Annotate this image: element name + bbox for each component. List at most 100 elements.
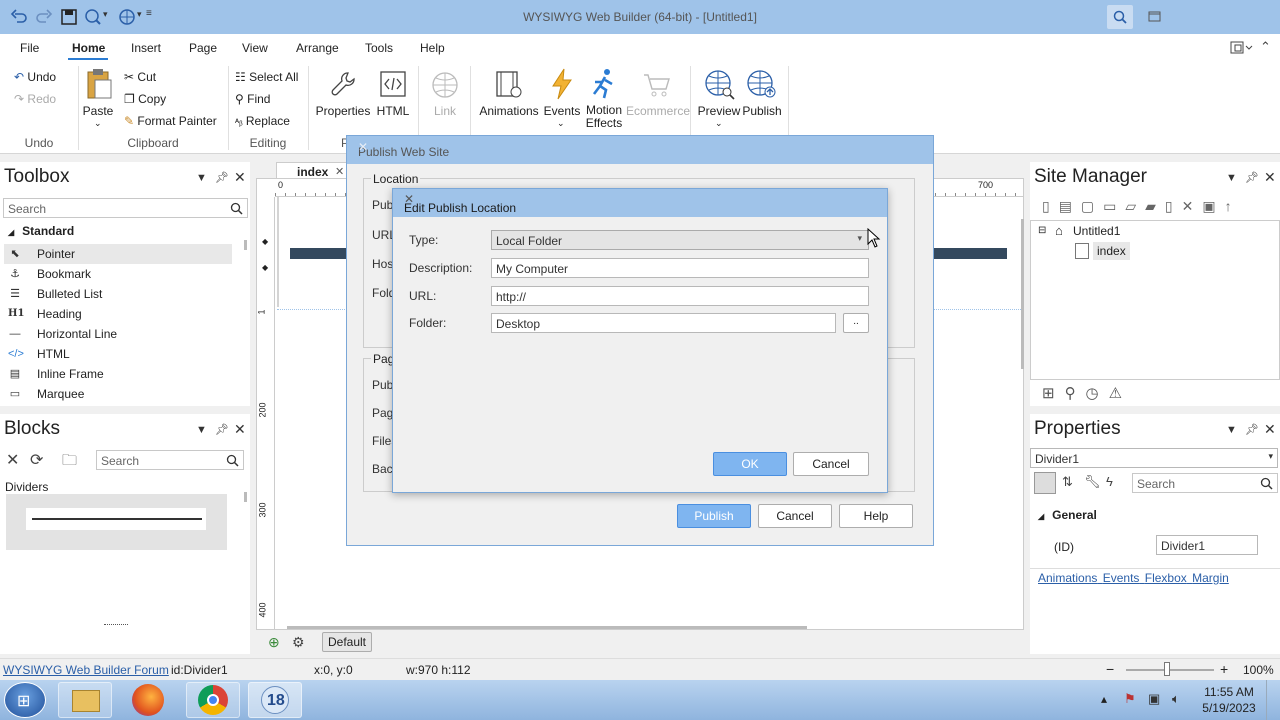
menu-help[interactable]: Help bbox=[420, 41, 445, 55]
animations-button[interactable]: Animations bbox=[478, 104, 540, 118]
url-input[interactable]: http:// bbox=[491, 286, 869, 306]
tool-marquee[interactable]: ▭ Marquee bbox=[4, 384, 232, 404]
site-manager-bottom-toolbar[interactable]: ⊞⚲◷⚠ bbox=[1042, 384, 1132, 402]
format-painter-button[interactable]: ✎ Format Painter bbox=[124, 114, 217, 128]
browse-button[interactable]: .. bbox=[843, 313, 869, 333]
lightning-icon[interactable] bbox=[550, 68, 574, 100]
tool-horizontal-line[interactable]: — Horizontal Line bbox=[4, 324, 232, 344]
zoom-slider-thumb[interactable] bbox=[1164, 662, 1170, 676]
divider-block-thumbnail[interactable] bbox=[6, 494, 227, 550]
film-icon[interactable] bbox=[494, 70, 524, 100]
site-manager-toolbar[interactable]: ▯▤▢▭▱▰▯✕▣↑ bbox=[1042, 198, 1280, 216]
code-icon[interactable] bbox=[379, 70, 407, 98]
marker-icon[interactable]: ◆ bbox=[262, 237, 268, 246]
start-button[interactable]: ⊞ bbox=[4, 682, 46, 718]
clock[interactable]: 11:55 AM 5/19/2023 bbox=[1198, 684, 1260, 716]
wrench-icon[interactable] bbox=[330, 70, 356, 98]
close-icon[interactable]: ✕ bbox=[234, 169, 246, 186]
firefox-icon[interactable] bbox=[132, 684, 164, 716]
publish-button[interactable]: Publish bbox=[677, 504, 751, 528]
close-icon[interactable]: ✕ bbox=[1264, 169, 1276, 186]
publish-globe-icon[interactable] bbox=[745, 68, 777, 100]
blocks-scrollbar[interactable] bbox=[244, 492, 247, 502]
menu-tools[interactable]: Tools bbox=[365, 41, 393, 55]
type-select[interactable]: Local Folder ▾ bbox=[491, 230, 869, 250]
html-button[interactable]: HTML bbox=[376, 104, 410, 118]
chevron-down-icon[interactable]: ⌄ bbox=[557, 118, 565, 129]
canvas-vertical-scrollbar[interactable] bbox=[1021, 219, 1024, 369]
close-icon[interactable]: ✕ bbox=[358, 140, 925, 154]
tray-expand-icon[interactable]: ▴ bbox=[1101, 692, 1107, 706]
ok-button[interactable]: OK bbox=[713, 452, 787, 476]
search-button[interactable] bbox=[1107, 5, 1133, 29]
tree-page-index[interactable]: index bbox=[1093, 242, 1130, 260]
redo-button[interactable]: ↷ Redo bbox=[14, 92, 56, 106]
pin-icon[interactable]: 📌︎ bbox=[215, 423, 229, 436]
block-item[interactable] bbox=[104, 624, 128, 625]
find-button[interactable]: ⚲ Find bbox=[235, 92, 270, 106]
canvas-horizontal-scrollbar[interactable] bbox=[287, 626, 807, 629]
motion-effects-button[interactable]: Motion Effects bbox=[582, 104, 626, 130]
categorized-view-button[interactable] bbox=[1034, 472, 1056, 494]
menu-insert[interactable]: Insert bbox=[131, 41, 161, 55]
refresh-icon[interactable]: ⟳ bbox=[30, 450, 43, 470]
pin-icon[interactable]: 📌︎ bbox=[1245, 423, 1259, 436]
zoom-slider[interactable] bbox=[1126, 669, 1214, 671]
tool-html[interactable]: </> HTML bbox=[4, 344, 232, 364]
collapse-icon[interactable]: ⊟ bbox=[1038, 225, 1046, 236]
flag-icon[interactable]: ⚑ bbox=[1124, 691, 1136, 707]
properties-button[interactable]: Properties bbox=[314, 104, 372, 118]
margin-link[interactable]: Margin bbox=[1192, 571, 1229, 585]
cart-icon[interactable] bbox=[642, 72, 672, 98]
layout-icon[interactable] bbox=[1230, 40, 1254, 56]
close-tab-icon[interactable]: ✕ bbox=[335, 165, 344, 178]
properties-search-input[interactable]: Search bbox=[1132, 473, 1278, 493]
page-settings-icon[interactable]: ⚙ bbox=[292, 634, 305, 651]
replace-button[interactable]: ᴬᵦ Replace bbox=[235, 114, 290, 128]
flexbox-link[interactable]: Flexbox bbox=[1145, 571, 1187, 585]
publish-ribbon-button[interactable]: Publish bbox=[740, 104, 784, 118]
undo-button[interactable]: ↶ Undo bbox=[14, 70, 56, 84]
events-button[interactable]: Events bbox=[543, 104, 581, 118]
folder-icon[interactable]: 🗀 bbox=[62, 450, 77, 475]
menu-page[interactable]: Page bbox=[189, 41, 217, 55]
menu-file[interactable]: File bbox=[20, 41, 39, 55]
tool-bulleted-list[interactable]: ☰ Bulleted List bbox=[4, 284, 232, 304]
network-icon[interactable]: ▣ bbox=[1148, 691, 1160, 707]
cut-button[interactable]: ✂ Cut bbox=[124, 70, 156, 84]
id-input[interactable]: Divider1 bbox=[1156, 535, 1258, 555]
cancel-button[interactable]: Cancel bbox=[758, 504, 832, 528]
lightning-icon[interactable]: ϟ bbox=[1106, 474, 1113, 489]
toolbox-category[interactable]: ◢ Standard bbox=[8, 224, 74, 238]
copy-button[interactable]: ❐ Copy bbox=[124, 92, 166, 106]
cancel-button[interactable]: Cancel bbox=[793, 452, 869, 476]
marker-icon[interactable]: ◆ bbox=[262, 263, 268, 272]
show-desktop-button[interactable] bbox=[1266, 680, 1280, 720]
panel-menu-icon[interactable]: ▼ bbox=[196, 424, 207, 436]
link-icon[interactable] bbox=[430, 70, 460, 100]
forum-link[interactable]: WYSIWYG Web Builder Forum bbox=[3, 663, 169, 677]
menu-view[interactable]: View bbox=[242, 41, 268, 55]
default-layout-button[interactable]: Default bbox=[322, 632, 372, 652]
animations-link[interactable]: Animations bbox=[1038, 571, 1097, 585]
tool-pointer[interactable]: ⬉ Pointer bbox=[4, 244, 232, 264]
object-selector[interactable]: Divider1 ▾ bbox=[1030, 448, 1278, 468]
properties-section[interactable]: ◢ General bbox=[1038, 508, 1097, 522]
chevron-down-icon[interactable]: ⌄ bbox=[715, 118, 723, 129]
toolbox-scrollbar[interactable] bbox=[244, 240, 247, 250]
tool-inline-frame[interactable]: ▤ Inline Frame bbox=[4, 364, 232, 384]
preview-button[interactable]: Preview bbox=[697, 104, 741, 118]
taskbar-chrome[interactable] bbox=[186, 682, 240, 718]
toolbox-search-input[interactable]: Search bbox=[3, 198, 248, 218]
running-man-icon[interactable] bbox=[590, 68, 618, 100]
paste-button[interactable]: Paste bbox=[80, 104, 116, 118]
restore-icon[interactable] bbox=[1147, 8, 1163, 24]
preview-globe-icon[interactable] bbox=[703, 68, 735, 100]
tree-root[interactable]: Untitled1 bbox=[1073, 224, 1120, 238]
add-page-icon[interactable]: ⊕ bbox=[268, 634, 280, 651]
menu-arrange[interactable]: Arrange bbox=[296, 41, 339, 55]
description-input[interactable]: My Computer bbox=[491, 258, 869, 278]
pin-icon[interactable]: 📌︎ bbox=[1245, 171, 1259, 184]
panel-menu-icon[interactable]: ▼ bbox=[196, 172, 207, 184]
panel-menu-icon[interactable]: ▼ bbox=[1226, 424, 1237, 436]
